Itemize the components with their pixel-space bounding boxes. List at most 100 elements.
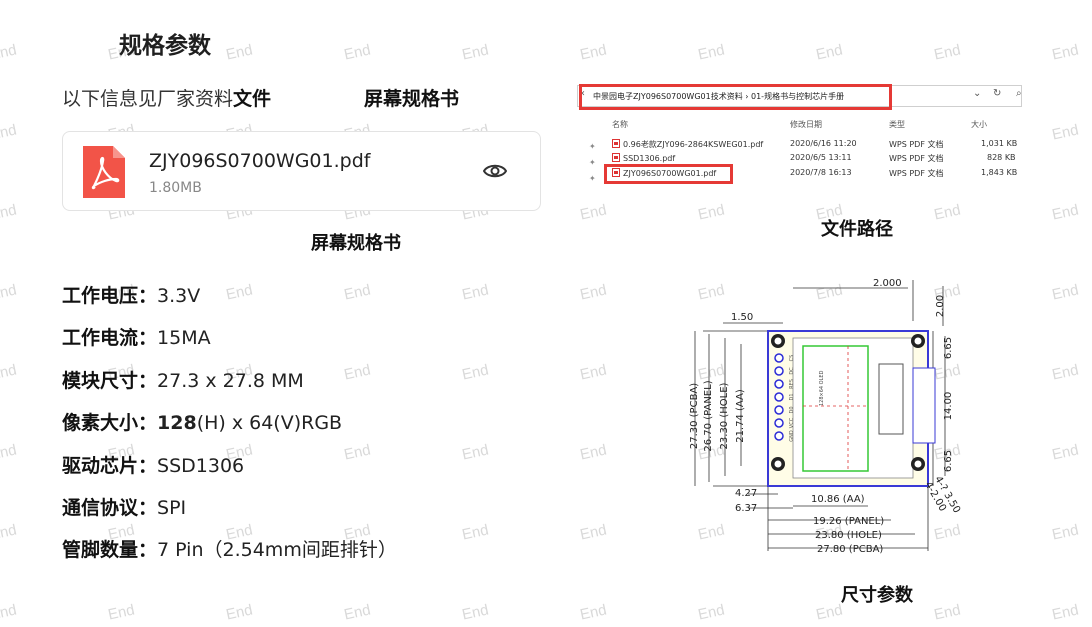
pin-hole bbox=[774, 353, 784, 363]
spec-value: SPI bbox=[157, 497, 187, 519]
col-name: 名称 bbox=[612, 120, 628, 129]
col-type: 类型 bbox=[889, 120, 905, 129]
dimension-label: 23.80 (HOLE) bbox=[815, 530, 882, 541]
spec-value: 3.3V bbox=[157, 285, 201, 307]
watermark: End bbox=[1050, 601, 1081, 624]
watermark: End bbox=[0, 521, 19, 544]
pin-label: GND bbox=[789, 430, 795, 442]
dimension-label: 19.26 (PANEL) bbox=[813, 516, 884, 527]
spec-value: 27.3 x 27.8 MM bbox=[157, 370, 304, 392]
file-card[interactable]: ZJY096S0700WG01.pdf 1.80MB bbox=[62, 131, 541, 211]
spec-key: 工作电流： bbox=[62, 327, 158, 349]
watermark: End bbox=[578, 281, 609, 304]
spec-value-bold: 128 bbox=[157, 412, 197, 434]
spec-value: (H) x 64(V)RGB bbox=[196, 412, 343, 434]
path-highlight bbox=[579, 84, 892, 110]
watermark: End bbox=[224, 41, 255, 64]
watermark: End bbox=[0, 121, 19, 144]
pin-hole bbox=[774, 431, 784, 441]
path-caption: 文件路径 bbox=[821, 219, 893, 240]
pin-label: CS bbox=[789, 355, 795, 362]
col-date: 修改日期 bbox=[790, 120, 822, 129]
pin-hole bbox=[774, 418, 784, 428]
watermark: End bbox=[814, 41, 845, 64]
pdf-icon bbox=[612, 153, 620, 162]
row-size: 1,031 KB bbox=[981, 139, 1018, 148]
spec-key: 驱动芯片： bbox=[62, 455, 158, 477]
pin-label: D0 bbox=[789, 406, 795, 413]
watermark: End bbox=[460, 441, 491, 464]
watermark: End bbox=[932, 41, 963, 64]
watermark: End bbox=[578, 441, 609, 464]
file-row[interactable]: SSD1306.pdf bbox=[612, 153, 675, 163]
watermark: End bbox=[0, 201, 19, 224]
watermark: End bbox=[1050, 361, 1081, 384]
row-name: SSD1306.pdf bbox=[623, 154, 676, 163]
spec-key: 工作电压： bbox=[62, 285, 158, 307]
watermark: End bbox=[0, 361, 19, 384]
spec-key: 管脚数量： bbox=[62, 539, 158, 561]
row-type: WPS PDF 文档 bbox=[889, 154, 944, 163]
watermark: End bbox=[1050, 441, 1081, 464]
row-size: 828 KB bbox=[987, 153, 1016, 162]
watermark: End bbox=[578, 361, 609, 384]
dimension-label: 1.50 bbox=[731, 312, 753, 323]
watermark: End bbox=[224, 281, 255, 304]
intro-text: 以下信息见厂家资料文件 bbox=[62, 84, 271, 111]
watermark: End bbox=[932, 601, 963, 624]
dimension-label: 27.30 (PCBA) bbox=[689, 383, 700, 449]
row-date: 2020/6/5 13:11 bbox=[790, 153, 852, 162]
watermark: End bbox=[342, 441, 373, 464]
spec-item: 工作电流：15MA bbox=[62, 323, 211, 350]
pin-hole bbox=[774, 392, 784, 402]
dimension-label: 23.30 (HOLE) bbox=[719, 382, 730, 449]
watermark: End bbox=[0, 41, 19, 64]
watermark: End bbox=[460, 361, 491, 384]
spec-key: 像素大小： bbox=[62, 412, 158, 434]
pin-hole bbox=[774, 366, 784, 376]
pin-label: RES bbox=[789, 379, 795, 389]
watermark: End bbox=[578, 601, 609, 624]
dimension-label: 4.27 bbox=[735, 488, 757, 499]
spec-key: 模块尺寸： bbox=[62, 370, 158, 392]
watermark: End bbox=[342, 41, 373, 64]
file-highlight bbox=[604, 164, 733, 184]
row-type: WPS PDF 文档 bbox=[889, 140, 944, 149]
file-name: ZJY096S0700WG01.pdf bbox=[149, 150, 371, 172]
pin-hole bbox=[774, 379, 784, 389]
pin-label: DC bbox=[789, 367, 795, 375]
watermark: End bbox=[1050, 201, 1081, 224]
pin-icon: ✦ bbox=[589, 142, 596, 151]
watermark: End bbox=[1050, 41, 1081, 64]
dimension-label: 26.70 (PANEL) bbox=[703, 380, 714, 451]
watermark: End bbox=[578, 521, 609, 544]
row-name: 0.96老款ZJY096-2864KSWEG01.pdf bbox=[623, 140, 764, 149]
refresh-icon: ↻ bbox=[993, 88, 1002, 99]
watermark: End bbox=[0, 441, 19, 464]
watermark: End bbox=[1050, 121, 1081, 144]
watermark: End bbox=[460, 281, 491, 304]
watermark: End bbox=[460, 41, 491, 64]
col-size: 大小 bbox=[971, 120, 987, 129]
eye-icon[interactable] bbox=[483, 161, 507, 181]
spec-item: 通信协议：SPI bbox=[62, 493, 186, 520]
file-size: 1.80MB bbox=[149, 180, 202, 196]
spec-value: 15MA bbox=[157, 327, 211, 349]
dimension-label: 21.74 (AA) bbox=[735, 389, 746, 443]
explorer-screenshot: ‹ 中景园电子ZJY096S0700WG01技术资料 › 01-规格书与控制芯片… bbox=[571, 72, 1029, 184]
file-caption: 屏幕规格书 bbox=[311, 233, 401, 254]
watermark: End bbox=[342, 361, 373, 384]
watermark: End bbox=[0, 601, 19, 624]
row-date: 2020/7/8 16:13 bbox=[790, 168, 852, 177]
pdf-icon bbox=[612, 139, 620, 148]
watermark: End bbox=[106, 601, 137, 624]
dimension-diagram: 128×64 OLED GND VCC D0 D1 RES DC CS 2.000 2.00 1… bbox=[689, 278, 962, 555]
pdf-icon bbox=[83, 146, 125, 198]
watermark: End bbox=[342, 601, 373, 624]
watermark: End bbox=[1050, 281, 1081, 304]
file-row[interactable]: 0.96老款ZJY096-2864KSWEG01.pdf bbox=[612, 139, 763, 150]
watermark: End bbox=[578, 41, 609, 64]
watermark: End bbox=[696, 601, 727, 624]
chevron-down-icon: ⌄ bbox=[973, 88, 982, 99]
spec-item: 管脚数量：7 Pin（2.54mm间距排针） bbox=[62, 535, 397, 562]
